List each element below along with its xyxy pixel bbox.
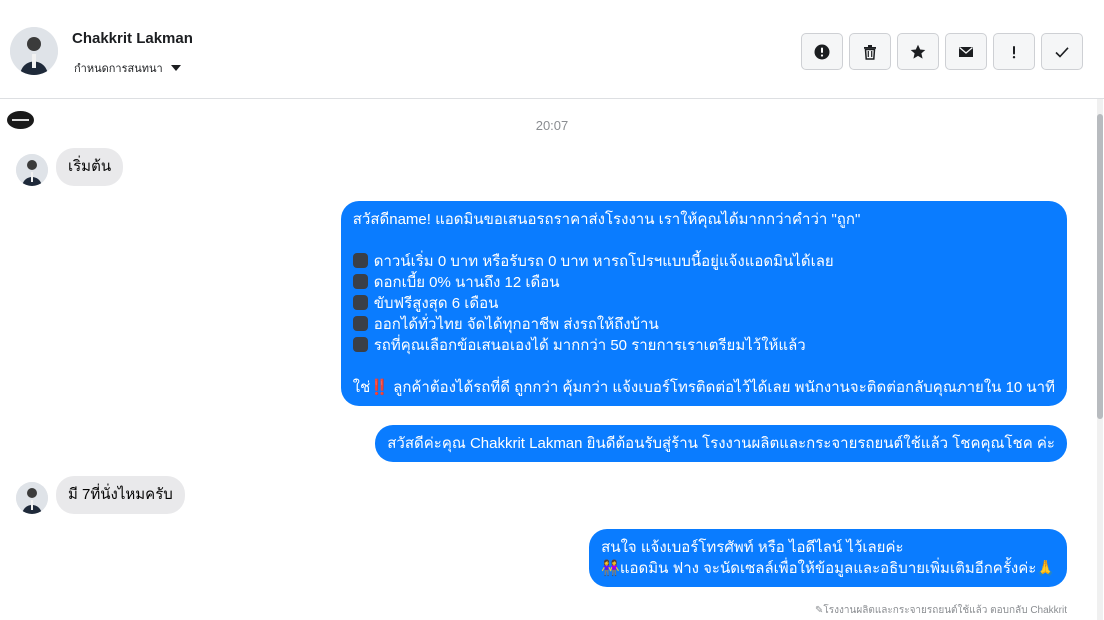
car-emoji-icon: [352, 316, 368, 331]
conversation-header: Chakkrit Lakman กำหนดการสนทนา: [0, 0, 1104, 99]
spam-button[interactable]: [801, 33, 843, 70]
message-line: [353, 356, 1055, 377]
message-line: ออกได้ทั่วไทย จัดได้ทุกอาชีพ ส่งรถให้ถึง…: [352, 314, 1055, 335]
message-line: สนใจ แจ้งเบอร์โทรศัพท์ หรือ ไอดีไลน์ ไว้…: [601, 539, 904, 556]
car-emoji-icon: [352, 274, 368, 289]
envelope-icon: [959, 46, 973, 57]
mark-done-button[interactable]: [1041, 33, 1083, 70]
trash-icon: [864, 44, 876, 60]
contact-avatar[interactable]: [10, 27, 58, 75]
pray-emoji-icon: 🙏: [1036, 560, 1055, 577]
outgoing-message: สนใจ แจ้งเบอร์โทรศัพท์ หรือ ไอดีไลน์ ไว้…: [589, 529, 1067, 587]
conversation-actions: [801, 33, 1083, 70]
alert-circle-icon: [814, 44, 830, 59]
star-button[interactable]: [897, 33, 939, 70]
exclamation-icon: [1012, 45, 1016, 58]
message-line: [353, 230, 1055, 251]
assign-conversation-dropdown[interactable]: กำหนดการสนทนา: [74, 59, 181, 77]
message-line: ขับฟรีสูงสุด 6 เดือน: [352, 293, 1055, 314]
message-line: ดาวน์เริ่ม 0 บาท หรือรับรถ 0 บาท หารถโปร…: [352, 251, 1055, 272]
avatar[interactable]: [16, 154, 48, 186]
timestamp: 20:07: [535, 118, 569, 133]
message-line: 👭แอดมิน ฟาง จะนัดเซลล์เพื่อให้ข้อมูลและอ…: [601, 560, 1055, 577]
outgoing-message: สวัสดีname! แอดมินขอเสนอรถราคาส่งโรงงาน …: [340, 201, 1067, 406]
double-exclamation-icon: ‼️: [370, 379, 389, 396]
message-line: รถที่คุณเลือกข้อเสนอเองได้ มากกว่า 50 รา…: [352, 335, 1055, 356]
delete-button[interactable]: [849, 33, 891, 70]
follow-up-button[interactable]: [993, 33, 1035, 70]
people-emoji-icon: 👭: [601, 560, 620, 577]
check-icon: [1055, 46, 1069, 58]
message-line: ใช่‼️ ลูกค้าต้องได้รถที่ดี ถูกกว่า คุ้มก…: [352, 379, 1055, 396]
scrollbar[interactable]: [1097, 99, 1103, 620]
reply-attribution: ✎โรงงานผลิตและกระจายรถยนต์ใช้แล้ว ตอบกลั…: [815, 605, 1067, 616]
message-line: ดอกเบี้ย 0% นานถึง 12 เดือน: [352, 272, 1055, 293]
incoming-message: มี 7ที่นั่งไหมครับ: [56, 476, 185, 514]
incoming-message: เริ่มต้น: [56, 148, 124, 186]
car-emoji-icon: [352, 337, 368, 352]
avatar[interactable]: [16, 482, 48, 514]
scrollbar-thumb[interactable]: [1097, 114, 1103, 419]
star-icon: [910, 44, 926, 59]
contact-name[interactable]: Chakkrit Lakman: [72, 30, 193, 47]
mark-unread-button[interactable]: [945, 33, 987, 70]
car-emoji-icon: [352, 295, 368, 310]
message-line: สวัสดีname! แอดมินขอเสนอรถราคาส่งโรงงาน …: [352, 211, 861, 228]
caret-down-icon: [170, 65, 181, 71]
car-emoji-icon: [352, 253, 368, 268]
message-thread[interactable]: 20:07 เริ่มต้น สวัสดีname! แอดมินขอเสนอร…: [0, 99, 1104, 620]
assign-conversation-label: กำหนดการสนทนา: [74, 63, 163, 75]
outgoing-message: สวัสดีค่ะคุณ Chakkrit Lakman ยินดีต้อนรั…: [375, 425, 1067, 462]
